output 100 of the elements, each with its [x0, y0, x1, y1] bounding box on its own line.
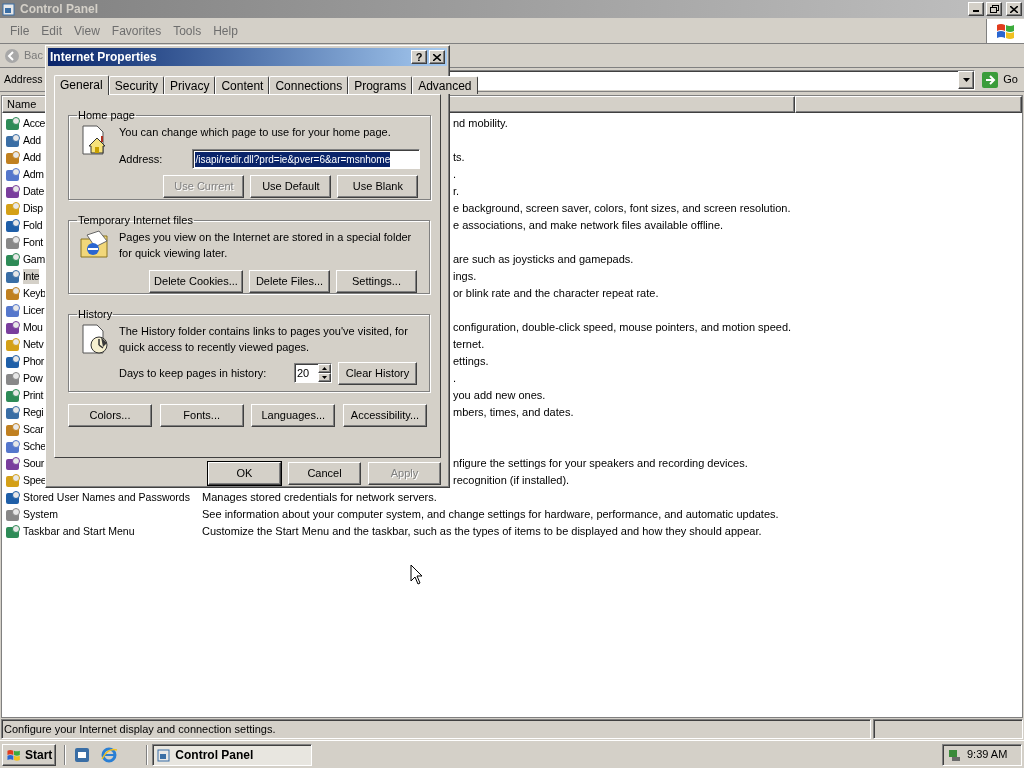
item-name[interactable]: Inte	[23, 268, 40, 285]
desktop-icon[interactable]	[74, 746, 91, 763]
item-name[interactable]: Stored User Names and Passwords	[23, 489, 190, 506]
dropdown-arrow-icon	[962, 77, 970, 82]
item-description: nd mobility.	[453, 116, 508, 132]
applet-icon	[5, 115, 21, 132]
applet-icon	[5, 166, 21, 183]
group-title: Home page	[77, 108, 136, 123]
dialog-button[interactable]: Cancel	[288, 462, 361, 485]
item-name[interactable]: Netv	[23, 336, 44, 353]
spin-down-button[interactable]	[318, 373, 331, 382]
spin-up-button[interactable]	[318, 364, 331, 373]
applet-icon	[5, 404, 21, 421]
network-icon[interactable]	[947, 747, 961, 762]
address-label: Address	[4, 71, 43, 87]
dialog-button[interactable]: OK	[208, 462, 281, 485]
item-name[interactable]: Date	[23, 183, 44, 200]
item-name[interactable]: Licer	[23, 302, 45, 319]
close-icon	[1010, 5, 1018, 13]
close-icon	[433, 53, 441, 61]
address-label: Address:	[119, 151, 163, 167]
address-field[interactable]: /isapi/redir.dll?prd=ie&pver=6&ar=msnhome	[192, 149, 421, 169]
applet-icon	[5, 353, 21, 370]
item-name[interactable]: Spee	[23, 472, 47, 489]
item-description: ettings.	[453, 354, 489, 370]
restore-button[interactable]	[986, 2, 1002, 16]
applet-icon	[5, 438, 21, 455]
item-description: e associations, and make network files available offline.	[453, 218, 724, 234]
applet-icon	[5, 132, 21, 149]
column-header[interactable]	[795, 96, 1022, 113]
windows-flag-icon	[994, 21, 1017, 40]
item-name[interactable]: Adm	[23, 166, 44, 183]
item-description: See information about your computer system, and change settings for hardware, performance, and automatic updates.	[202, 507, 779, 523]
applet-icon	[5, 251, 21, 268]
minimize-button[interactable]	[968, 2, 984, 16]
item-name[interactable]: Taskbar and Start Menu	[23, 523, 135, 540]
item-description: ts.	[453, 150, 465, 166]
dialog-button[interactable]: Colors...	[68, 404, 152, 427]
group-description: You can change which page to use for your home page.	[119, 124, 392, 140]
start-button[interactable]: Start	[2, 743, 57, 766]
help-button[interactable]: ?	[411, 50, 427, 64]
tab[interactable]: General	[54, 75, 109, 95]
tab[interactable]: Security	[108, 76, 165, 94]
dialog-button[interactable]: Languages...	[251, 404, 336, 427]
item-name[interactable]: Font	[23, 234, 43, 251]
applet-icon	[5, 387, 21, 404]
close-button[interactable]	[429, 50, 445, 64]
item-name[interactable]: Add	[23, 149, 41, 166]
browser-icon[interactable]	[100, 745, 119, 764]
dialog-button[interactable]: Delete Files...	[249, 269, 330, 293]
applet-icon	[5, 285, 21, 302]
item-name[interactable]: Sour	[23, 455, 44, 472]
dialog-button[interactable]: Use Default	[250, 175, 332, 198]
item-name[interactable]: Mou	[23, 319, 43, 336]
group-description: The History folder contains links to pages you've visited, for quick access to recently viewed pages.	[119, 323, 409, 355]
taskbar-button[interactable]: Control Panel	[152, 743, 313, 766]
window-title: Control Panel	[20, 1, 99, 18]
item-name[interactable]: Regi	[23, 404, 44, 421]
history-clock-icon	[79, 322, 111, 355]
item-description: r.	[453, 184, 460, 200]
tab[interactable]: Connections	[269, 76, 349, 94]
item-name[interactable]: Print	[23, 387, 44, 404]
item-description: are such as joysticks and gamepads.	[453, 252, 634, 268]
item-name[interactable]: System	[23, 506, 58, 523]
days-value: 20	[297, 365, 310, 381]
days-spinner[interactable]: 20	[294, 363, 332, 383]
item-name[interactable]: Disp	[23, 200, 43, 217]
item-name[interactable]: Add	[23, 132, 41, 149]
close-button[interactable]	[1006, 2, 1022, 16]
tab[interactable]: Privacy	[164, 76, 216, 94]
address-text: /isapi/redir.dll?prd=ie&pver=6&ar=msnhome	[195, 151, 391, 167]
applet-icon	[5, 149, 21, 166]
down-arrow-icon	[322, 376, 327, 379]
item-name[interactable]: Sche	[23, 438, 46, 455]
dropdown-button[interactable]	[958, 70, 975, 89]
clear-history-button[interactable]: Clear History	[338, 361, 417, 385]
go-button[interactable]: Go	[979, 70, 1020, 89]
dialog-button[interactable]: Settings...	[336, 269, 417, 293]
item-name[interactable]: Keyb	[23, 285, 46, 302]
item-name[interactable]: Phor	[23, 353, 44, 370]
item-name[interactable]: Fold	[23, 217, 43, 234]
item-description: .	[453, 167, 457, 183]
dialog-button[interactable]: Use Blank	[337, 175, 419, 198]
group-description: Pages you view on the Internet are stored in a special folder for quick viewing later.	[119, 229, 413, 261]
item-description: configuration, double-click speed, mouse pointers, and motion speed.	[453, 320, 792, 336]
dialog-button[interactable]: Delete Cookies...	[149, 269, 243, 293]
applet-icon	[5, 506, 21, 523]
dialog-button[interactable]: Fonts...	[159, 404, 244, 427]
item-description: Manages stored credentials for network servers.	[202, 490, 437, 506]
applet-icon	[5, 523, 21, 540]
tab[interactable]: Content	[215, 76, 270, 94]
applet-icon	[5, 455, 21, 472]
item-name[interactable]: Pow	[23, 370, 43, 387]
tab[interactable]: Advanced	[412, 76, 478, 94]
item-name[interactable]: Acce	[23, 115, 46, 132]
tab[interactable]: Programs	[348, 76, 413, 94]
dialog-button[interactable]: Accessibility...	[342, 404, 427, 427]
up-arrow-icon	[322, 367, 327, 370]
item-name[interactable]: Gam	[23, 251, 45, 268]
item-name[interactable]: Scar	[23, 421, 44, 438]
